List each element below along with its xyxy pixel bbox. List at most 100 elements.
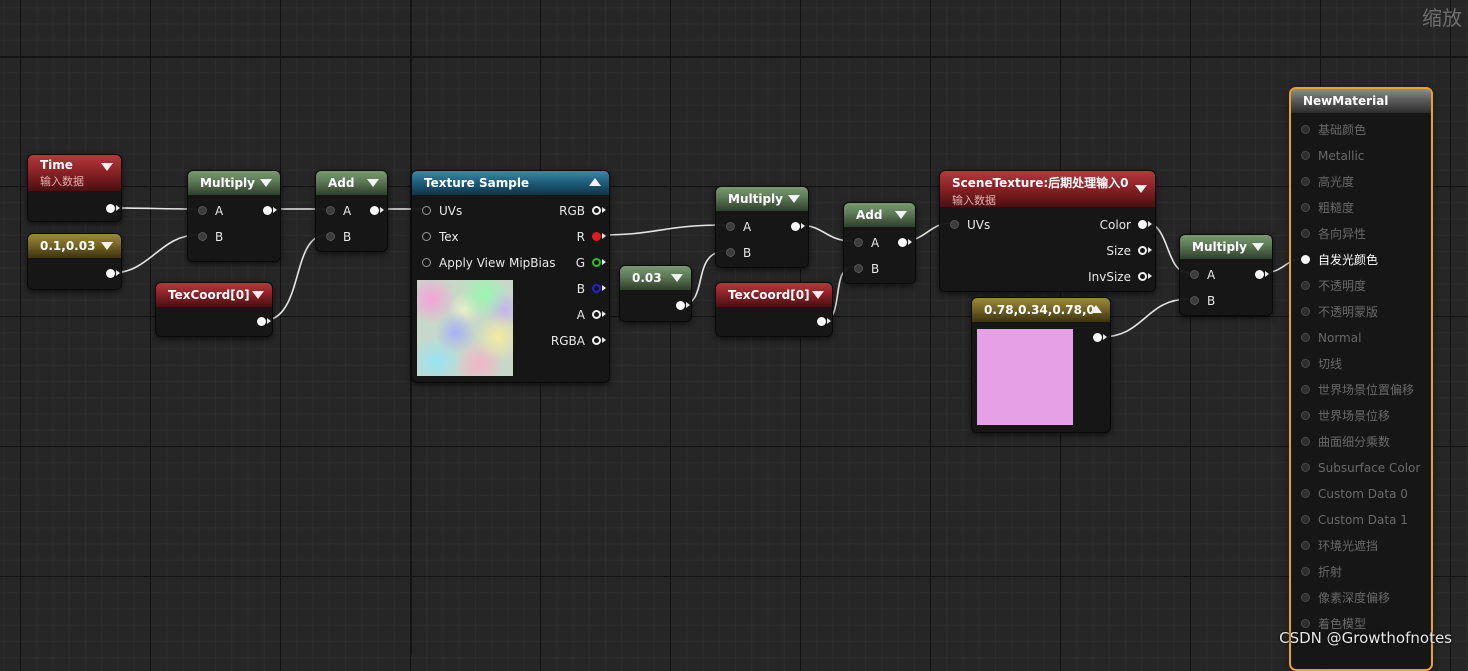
time-node-header[interactable]: Time 输入数据 xyxy=(28,155,121,191)
material-input-pin[interactable]: 切线 xyxy=(1301,357,1342,371)
material-result-node[interactable]: NewMaterial 基础颜色 Metallic 高光度粗糙度各向异性自发光颜色不… xyxy=(1289,87,1433,671)
constant-003-node-header[interactable]: 0.03 xyxy=(620,266,691,290)
add1-node[interactable]: Add A B xyxy=(315,170,388,252)
collapse-arrow-icon[interactable] xyxy=(1252,243,1264,251)
material-result-node-header[interactable]: NewMaterial xyxy=(1291,89,1431,113)
texcoord2-output-pin[interactable] xyxy=(790,315,831,329)
add1-output-pin[interactable] xyxy=(343,204,384,218)
multiply2-input-a[interactable]: A xyxy=(726,220,751,234)
material-input-label: Normal xyxy=(1318,331,1362,345)
material-input-pin[interactable]: 高光度 xyxy=(1301,175,1354,189)
input-pin-icon xyxy=(422,258,431,267)
material-input-pin[interactable]: 各向异性 xyxy=(1301,227,1366,241)
multiply2-node-header[interactable]: Multiply xyxy=(716,187,808,211)
constant-003-node[interactable]: 0.03 xyxy=(619,265,692,322)
texcoord1-node[interactable]: TexCoord[0] xyxy=(155,282,273,337)
material-input-pin[interactable]: Subsurface Color xyxy=(1301,461,1420,475)
texcoord2-node-header[interactable]: TexCoord[0] xyxy=(716,283,832,307)
texture-sample-input-mipbias[interactable]: Apply View MipBias xyxy=(422,256,555,270)
texture-sample-output-r[interactable]: R xyxy=(577,230,606,244)
texcoord1-output-pin[interactable] xyxy=(230,315,271,329)
multiply3-node-title: Multiply xyxy=(1192,240,1247,254)
material-input-pin[interactable]: 自发光颜色 xyxy=(1301,253,1378,267)
material-input-pin[interactable]: Custom Data 0 xyxy=(1301,487,1408,501)
material-input-pin[interactable]: Metallic xyxy=(1301,149,1364,163)
material-input-pin[interactable]: 不透明蒙版 xyxy=(1301,305,1378,319)
multiply1-input-a[interactable]: A xyxy=(198,204,223,218)
constant2-node[interactable]: 0.1,0.03 xyxy=(27,233,122,290)
material-input-pin[interactable]: Normal xyxy=(1301,331,1361,345)
collapse-arrow-icon[interactable] xyxy=(812,291,824,299)
material-input-label: 基础颜色 xyxy=(1318,123,1367,137)
collapse-arrow-icon[interactable] xyxy=(1135,185,1147,193)
collapse-arrow-icon[interactable] xyxy=(101,163,113,171)
collapse-arrow-icon[interactable] xyxy=(895,211,907,219)
collapse-arrow-icon[interactable] xyxy=(101,242,113,250)
constant2-output-pin[interactable] xyxy=(79,267,120,281)
add1-input-b[interactable]: B xyxy=(326,230,351,244)
texture-sample-output-b[interactable]: B xyxy=(577,282,606,296)
add2-input-b[interactable]: B xyxy=(854,262,879,276)
multiply3-input-b[interactable]: B xyxy=(1190,294,1215,308)
texture-sample-output-a[interactable]: A xyxy=(577,308,606,322)
texcoord1-node-header[interactable]: TexCoord[0] xyxy=(156,283,272,307)
color-constant-output-pin[interactable] xyxy=(1066,331,1107,345)
material-input-pin[interactable]: 世界场景位置偏移 xyxy=(1301,383,1414,397)
material-input-label: Subsurface Color xyxy=(1318,461,1421,475)
multiply3-node-header[interactable]: Multiply xyxy=(1180,235,1272,259)
multiply2-input-b[interactable]: B xyxy=(726,246,751,260)
texture-sample-input-tex[interactable]: Tex xyxy=(422,230,459,244)
multiply3-input-a[interactable]: A xyxy=(1190,268,1215,282)
material-input-pin[interactable]: 环境光遮挡 xyxy=(1301,539,1378,553)
multiply1-output-pin[interactable] xyxy=(236,204,277,218)
texcoord2-node[interactable]: TexCoord[0] xyxy=(715,282,833,337)
texture-sample-output-g[interactable]: G xyxy=(576,256,606,270)
material-input-pin[interactable]: 曲面细分乘数 xyxy=(1301,435,1390,449)
color-constant-node[interactable]: 0.78,0.34,0.78,0 xyxy=(971,297,1111,433)
add2-node-header[interactable]: Add xyxy=(844,203,915,227)
time-output-pin[interactable] xyxy=(79,202,120,216)
multiply1-node-header[interactable]: Multiply xyxy=(188,171,280,195)
scene-texture-output-size[interactable]: Size xyxy=(1106,244,1152,258)
time-node-title: Time xyxy=(40,158,73,172)
multiply1-input-b[interactable]: B xyxy=(198,230,223,244)
scene-texture-input-uvs[interactable]: UVs xyxy=(950,218,990,232)
multiply3-output-pin[interactable] xyxy=(1228,268,1269,282)
scene-texture-node-header[interactable]: SceneTexture:后期处理输入0 输入数据 xyxy=(940,171,1155,207)
texture-sample-input-uvs[interactable]: UVs xyxy=(422,204,462,218)
material-input-pin[interactable]: 粗糙度 xyxy=(1301,201,1354,215)
material-input-pin[interactable]: 世界场景位移 xyxy=(1301,409,1390,423)
add1-node-header[interactable]: Add xyxy=(316,171,387,195)
multiply3-node[interactable]: Multiply A B xyxy=(1179,234,1273,316)
texture-sample-node-header[interactable]: Texture Sample xyxy=(412,171,609,195)
color-constant-node-header[interactable]: 0.78,0.34,0.78,0 xyxy=(972,298,1110,322)
collapse-arrow-icon[interactable] xyxy=(671,274,683,282)
wire-color-multiply3 xyxy=(1100,298,1190,338)
scene-texture-output-color[interactable]: Color xyxy=(1100,218,1152,232)
collapse-arrow-icon[interactable] xyxy=(252,291,264,299)
multiply2-node[interactable]: Multiply A B xyxy=(715,186,809,268)
material-input-pin[interactable]: 像素深度偏移 xyxy=(1301,591,1390,605)
add2-output-pin[interactable] xyxy=(871,236,912,250)
expand-arrow-icon[interactable] xyxy=(1090,305,1102,313)
material-input-pin[interactable]: 折射 xyxy=(1301,565,1342,579)
expand-arrow-icon[interactable] xyxy=(589,178,601,186)
material-input-pin[interactable]: 不透明度 xyxy=(1301,279,1366,293)
scene-texture-output-invsize[interactable]: InvSize xyxy=(1088,270,1152,284)
texture-sample-node[interactable]: Texture Sample UVs Tex Apply View MipBia… xyxy=(411,170,610,383)
add2-node[interactable]: Add A B xyxy=(843,202,916,284)
scene-texture-node[interactable]: SceneTexture:后期处理输入0 输入数据 UVs Color Size… xyxy=(939,170,1156,292)
texture-sample-output-rgb[interactable]: RGB xyxy=(559,204,606,218)
collapse-arrow-icon[interactable] xyxy=(260,179,272,187)
input-pin-icon xyxy=(1301,463,1310,472)
time-node[interactable]: Time 输入数据 xyxy=(27,154,122,222)
texture-sample-output-rgba[interactable]: RGBA xyxy=(551,334,606,348)
collapse-arrow-icon[interactable] xyxy=(788,195,800,203)
multiply1-node[interactable]: Multiply A B xyxy=(187,170,281,262)
multiply2-output-pin[interactable] xyxy=(764,220,805,234)
collapse-arrow-icon[interactable] xyxy=(367,179,379,187)
constant2-node-header[interactable]: 0.1,0.03 xyxy=(28,234,121,258)
material-input-pin[interactable]: Custom Data 1 xyxy=(1301,513,1408,527)
constant-003-output-pin[interactable] xyxy=(649,299,690,313)
material-input-pin[interactable]: 基础颜色 xyxy=(1301,123,1366,137)
